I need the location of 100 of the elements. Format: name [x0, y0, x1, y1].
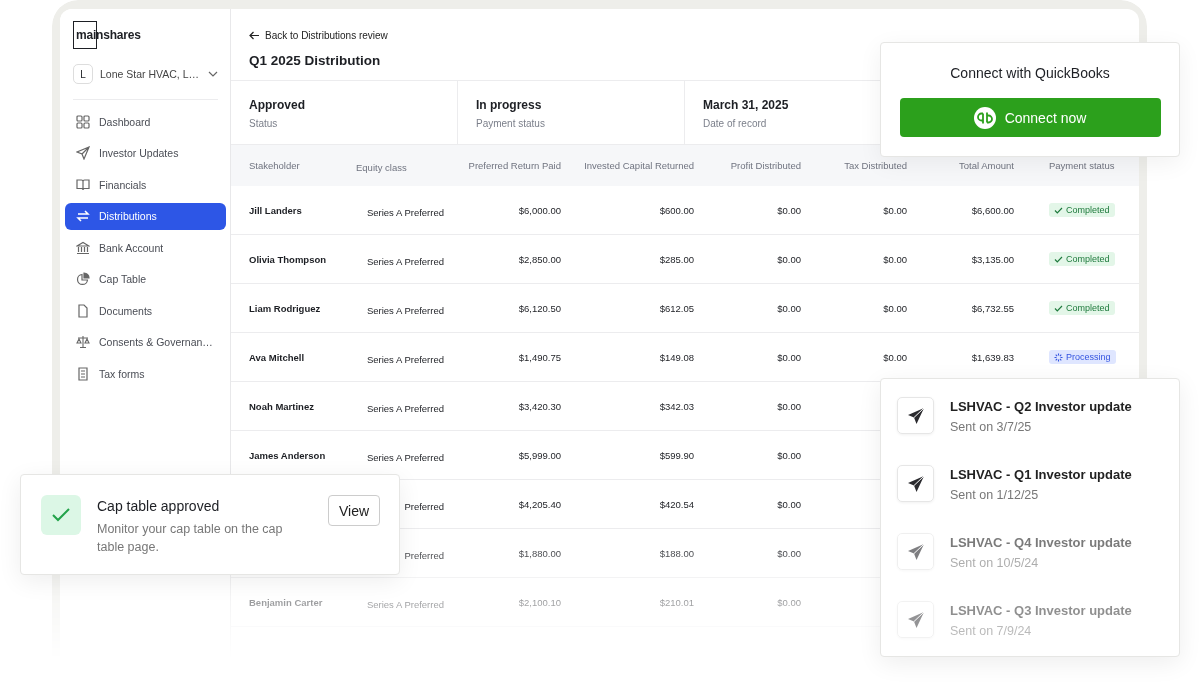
column-header: Preferred Return Paid — [467, 160, 561, 171]
table-cell-text: Preferred — [403, 549, 444, 561]
table-cell: James Anderson — [249, 449, 326, 461]
page-title: Q1 2025 Distribution — [249, 53, 382, 68]
paper-plane-icon — [76, 146, 90, 160]
sidebar-item[interactable]: Dashboard — [65, 108, 226, 135]
toast-message: Monitor your cap table on the cap table page. — [97, 521, 284, 556]
book-icon — [76, 177, 90, 192]
table-cell: $600.00 — [659, 204, 694, 216]
table-cell: $149.08 — [659, 351, 694, 363]
column-header: Equity class — [356, 161, 408, 173]
back-link[interactable]: Back to Distributions review — [249, 30, 388, 41]
sidebar-item[interactable]: Bank Account — [65, 234, 226, 261]
column-header: Tax Distributed — [843, 160, 907, 171]
update-date: Sent on 10/5/24 — [950, 556, 1040, 570]
status-badge: Completed — [1049, 252, 1115, 266]
table-cell-text: Series A Preferred — [365, 402, 444, 414]
update-title: LSHVAC - Q4 Investor update — [950, 535, 1132, 550]
swap-arrows-icon — [76, 209, 90, 223]
table-cell: $0.00 — [777, 351, 801, 363]
table-cell-text: Series A Preferred — [365, 206, 444, 218]
table-cell: $420.54 — [659, 498, 694, 510]
table-cell: $5,999.00 — [518, 449, 561, 461]
table-cell-text: Series A Preferred — [365, 598, 444, 610]
table-cell: $0.00 — [777, 204, 801, 216]
paper-plane-icon — [897, 533, 934, 570]
table-cell: $3,135.00 — [971, 253, 1014, 265]
table-cell: Ava Mitchell — [249, 351, 305, 363]
chevron-down-icon — [208, 71, 218, 77]
table-cell: Olivia Thompson — [249, 253, 327, 265]
table-cell: $1,639.83 — [971, 351, 1014, 363]
table-cell: $0.00 — [777, 253, 801, 265]
sidebar-item[interactable]: Cap Table — [65, 265, 226, 293]
paper-plane-icon — [897, 601, 934, 638]
sidebar-item[interactable]: Documents — [65, 297, 226, 324]
table-cell: Jill Landers — [249, 204, 302, 216]
table-cell: $6,732.55 — [971, 302, 1014, 314]
organization-selector[interactable]: L Lone Star HVAC, L… — [73, 61, 218, 87]
document-icon — [76, 303, 90, 318]
table-cell: $0.00 — [777, 449, 801, 461]
sidebar-item[interactable]: Consents & Governan… — [65, 328, 226, 356]
sidebar-item[interactable]: Financials — [65, 171, 226, 198]
table-cell: $3,420.30 — [518, 400, 561, 412]
column-header: Invested Capital Returned — [583, 160, 694, 171]
table-cell: Benjamin Carter — [249, 596, 323, 608]
table-cell: $0.00 — [777, 596, 801, 608]
sidebar-item[interactable]: Distributions — [65, 202, 226, 230]
table-cell: $0.00 — [883, 302, 907, 314]
pie-chart-icon — [76, 272, 90, 286]
table-cell: $4,205.40 — [518, 498, 561, 510]
sidebar-item[interactable]: Tax forms — [65, 360, 226, 387]
table-cell: Noah Martinez — [249, 400, 314, 412]
table-cell: $0.00 — [777, 498, 801, 510]
paper-plane-icon — [897, 397, 934, 434]
table-cell: $6,120.50 — [518, 302, 561, 314]
summary-label: Payment status — [476, 118, 546, 129]
update-title: LSHVAC - Q3 Investor update — [950, 603, 1132, 618]
table-cell: $2,100.10 — [518, 596, 561, 608]
table-cell: $188.00 — [659, 547, 694, 559]
table-cell: $0.00 — [777, 400, 801, 412]
arrow-left-icon — [249, 31, 260, 40]
table-cell-text: Series A Preferred — [365, 304, 444, 316]
organization-initial: L — [73, 64, 93, 84]
table-cell-text: Series A Preferred — [365, 255, 444, 267]
column-header: Total Amount — [958, 160, 1014, 171]
update-title: LSHVAC - Q1 Investor update — [950, 467, 1132, 482]
sidebar-item[interactable]: Investor Updates — [65, 139, 226, 167]
scales-icon — [76, 335, 90, 349]
table-cell-text: Series A Preferred — [365, 451, 444, 463]
column-header: Stakeholder — [249, 160, 301, 171]
table-cell: $285.00 — [659, 253, 694, 265]
paper-plane-icon — [897, 465, 934, 502]
table-cell: $6,000.00 — [518, 204, 561, 216]
summary-value: March 31, 2025 — [703, 98, 790, 112]
qb-logo-icon — [973, 106, 996, 129]
table-cell: $0.00 — [883, 204, 907, 216]
table-cell: $1,490.75 — [518, 351, 561, 363]
receipt-icon — [76, 366, 90, 381]
table-cell: $0.00 — [883, 253, 907, 265]
table-cell: $0.00 — [777, 302, 801, 314]
table-cell: $6,600.00 — [971, 204, 1014, 216]
update-title: LSHVAC - Q2 Investor update — [950, 399, 1132, 414]
column-header: Profit Distributed — [729, 160, 801, 171]
checkmark-icon — [41, 495, 81, 535]
summary-value: Approved — [249, 98, 306, 112]
table-cell: $342.03 — [659, 400, 694, 412]
table-cell: $1,880.00 — [518, 547, 561, 559]
summary-label: Date of record — [703, 118, 768, 129]
table-cell: $210.01 — [659, 596, 694, 608]
table-cell: $599.90 — [659, 449, 694, 461]
status-badge: Processing — [1049, 350, 1116, 364]
bank-icon — [76, 240, 90, 255]
organization-name: Lone Star HVAC, L… — [100, 68, 200, 80]
card-title: Connect with QuickBooks — [950, 65, 1110, 81]
toast-title: Cap table approved — [97, 498, 221, 514]
status-badge: Completed — [1049, 301, 1115, 315]
update-date: Sent on 1/12/25 — [950, 488, 1040, 502]
grid-icon — [76, 114, 90, 129]
view-button[interactable]: View — [328, 495, 381, 526]
table-cell: Liam Rodriguez — [249, 302, 321, 314]
